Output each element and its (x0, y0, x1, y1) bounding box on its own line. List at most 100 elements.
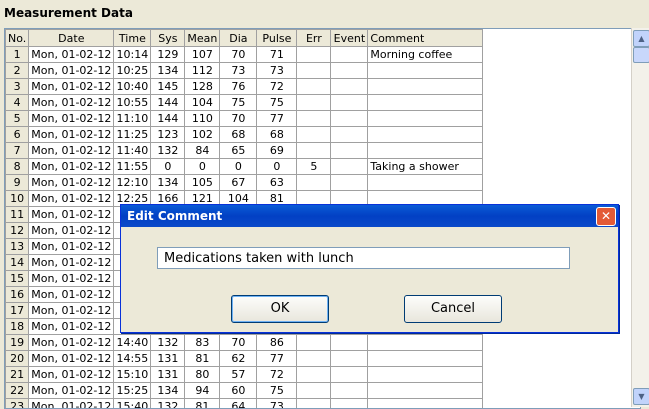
cell-sys[interactable]: 131 (151, 367, 185, 383)
cell-event[interactable] (331, 63, 368, 79)
cell-err[interactable] (297, 335, 331, 351)
column-header[interactable]: Date (29, 30, 114, 47)
cell-sys[interactable]: 144 (151, 111, 185, 127)
cell-err[interactable]: 5 (297, 159, 331, 175)
cell-date[interactable]: Mon, 01-02-12 (29, 303, 114, 319)
column-header[interactable]: Comment (368, 30, 483, 47)
cell-err[interactable] (297, 143, 331, 159)
column-header[interactable]: Sys (151, 30, 185, 47)
cell-sys[interactable]: 0 (151, 159, 185, 175)
table-row[interactable]: 3Mon, 01-02-1210:401451287672 (6, 79, 633, 95)
cell-date[interactable]: Mon, 01-02-12 (29, 287, 114, 303)
scroll-thumb[interactable] (633, 47, 649, 63)
cell-err[interactable] (297, 95, 331, 111)
cell-mean[interactable]: 107 (185, 47, 220, 63)
cell-date[interactable]: Mon, 01-02-12 (29, 351, 114, 367)
close-icon[interactable]: ✕ (596, 207, 616, 226)
cell-sys[interactable]: 134 (151, 63, 185, 79)
cell-event[interactable] (331, 127, 368, 143)
cell-time[interactable]: 15:10 (114, 367, 151, 383)
cell-sys[interactable]: 145 (151, 79, 185, 95)
cell-event[interactable] (331, 143, 368, 159)
cell-date[interactable]: Mon, 01-02-12 (29, 255, 114, 271)
cell-sys[interactable]: 134 (151, 383, 185, 399)
cell-mean[interactable]: 83 (185, 335, 220, 351)
cell-comment[interactable] (368, 79, 483, 95)
cell-mean[interactable]: 81 (185, 351, 220, 367)
cell-event[interactable] (331, 47, 368, 63)
table-row[interactable]: 20Mon, 01-02-1214:55131816277 (6, 351, 633, 367)
comment-input[interactable]: Medications taken with lunch (157, 247, 570, 269)
column-header[interactable]: Pulse (257, 30, 297, 47)
cell-date[interactable]: Mon, 01-02-12 (29, 79, 114, 95)
cell-err[interactable] (297, 79, 331, 95)
cell-time[interactable]: 11:25 (114, 127, 151, 143)
cell-sys[interactable]: 132 (151, 335, 185, 351)
cell-pulse[interactable]: 68 (257, 127, 297, 143)
cell-mean[interactable]: 80 (185, 367, 220, 383)
table-row[interactable]: 4Mon, 01-02-1210:551441047575 (6, 95, 633, 111)
cell-mean[interactable]: 102 (185, 127, 220, 143)
cell-err[interactable] (297, 111, 331, 127)
cell-mean[interactable]: 84 (185, 143, 220, 159)
cell-err[interactable] (297, 175, 331, 191)
cell-comment[interactable] (368, 399, 483, 409)
cell-event[interactable] (331, 159, 368, 175)
cell-event[interactable] (331, 335, 368, 351)
cell-date[interactable]: Mon, 01-02-12 (29, 239, 114, 255)
cell-dia[interactable]: 60 (220, 383, 257, 399)
cell-event[interactable] (331, 79, 368, 95)
cell-dia[interactable]: 75 (220, 95, 257, 111)
cell-mean[interactable]: 128 (185, 79, 220, 95)
cell-mean[interactable]: 105 (185, 175, 220, 191)
cell-sys[interactable]: 129 (151, 47, 185, 63)
cell-comment[interactable] (368, 351, 483, 367)
cell-time[interactable]: 10:55 (114, 95, 151, 111)
cell-time[interactable]: 11:10 (114, 111, 151, 127)
cell-time[interactable]: 15:25 (114, 383, 151, 399)
cell-event[interactable] (331, 175, 368, 191)
cell-comment[interactable] (368, 367, 483, 383)
cell-dia[interactable]: 70 (220, 111, 257, 127)
cell-dia[interactable]: 70 (220, 47, 257, 63)
cell-dia[interactable]: 62 (220, 351, 257, 367)
cell-comment[interactable] (368, 335, 483, 351)
cell-mean[interactable]: 0 (185, 159, 220, 175)
cell-comment[interactable]: Taking a shower (368, 159, 483, 175)
cell-sys[interactable]: 123 (151, 127, 185, 143)
cell-date[interactable]: Mon, 01-02-12 (29, 383, 114, 399)
cell-err[interactable] (297, 383, 331, 399)
cell-date[interactable]: Mon, 01-02-12 (29, 319, 114, 335)
cell-sys[interactable]: 144 (151, 95, 185, 111)
column-header[interactable]: Time (114, 30, 151, 47)
table-row[interactable]: 21Mon, 01-02-1215:10131805772 (6, 367, 633, 383)
cell-date[interactable]: Mon, 01-02-12 (29, 399, 114, 409)
cell-dia[interactable]: 70 (220, 335, 257, 351)
table-row[interactable]: 19Mon, 01-02-1214:40132837086 (6, 335, 633, 351)
table-row[interactable]: 6Mon, 01-02-1211:251231026868 (6, 127, 633, 143)
cell-pulse[interactable]: 69 (257, 143, 297, 159)
cell-err[interactable] (297, 47, 331, 63)
cell-date[interactable]: Mon, 01-02-12 (29, 175, 114, 191)
cell-date[interactable]: Mon, 01-02-12 (29, 63, 114, 79)
cell-date[interactable]: Mon, 01-02-12 (29, 47, 114, 63)
cell-pulse[interactable]: 72 (257, 367, 297, 383)
cell-time[interactable]: 12:10 (114, 175, 151, 191)
cell-pulse[interactable]: 77 (257, 111, 297, 127)
cell-pulse[interactable]: 0 (257, 159, 297, 175)
cell-event[interactable] (331, 383, 368, 399)
column-header[interactable]: Err (297, 30, 331, 47)
column-header[interactable]: No. (6, 30, 29, 47)
cell-dia[interactable]: 68 (220, 127, 257, 143)
cell-sys[interactable]: 131 (151, 351, 185, 367)
cell-pulse[interactable]: 71 (257, 47, 297, 63)
cell-date[interactable]: Mon, 01-02-12 (29, 111, 114, 127)
scroll-down-icon[interactable]: ▼ (633, 388, 649, 405)
cell-pulse[interactable]: 77 (257, 351, 297, 367)
cell-err[interactable] (297, 399, 331, 409)
cell-mean[interactable]: 112 (185, 63, 220, 79)
cell-date[interactable]: Mon, 01-02-12 (29, 367, 114, 383)
cell-comment[interactable] (368, 127, 483, 143)
cell-dia[interactable]: 67 (220, 175, 257, 191)
cell-dia[interactable]: 0 (220, 159, 257, 175)
